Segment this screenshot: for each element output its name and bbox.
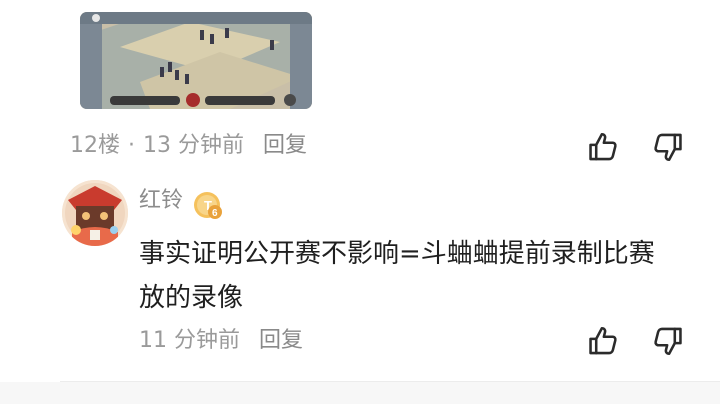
comment-image-thumbnail[interactable] — [80, 12, 312, 109]
comment-meta: 11 分钟前 回复 — [139, 330, 303, 352]
thumbs-up-icon[interactable] — [587, 324, 621, 358]
comment-time: 11 分钟前 — [139, 328, 240, 353]
comment-text: 事实证明公开赛不影响=斗蛐蛐提前录制比赛放的录像 — [139, 239, 655, 313]
thumbs-down-icon[interactable] — [650, 324, 684, 358]
reply-button[interactable]: 回复 — [263, 133, 307, 158]
level-badge: T 6 — [193, 190, 223, 220]
thumbs-down-icon[interactable] — [650, 130, 684, 164]
floor-number: 12楼 — [70, 133, 120, 158]
meta-separator: · — [128, 133, 135, 158]
avatar[interactable] — [62, 180, 128, 246]
username[interactable]: 红铃 — [139, 190, 183, 212]
level-number: 6 — [212, 208, 218, 219]
reply-button[interactable]: 回复 — [259, 328, 303, 353]
thumbs-up-icon[interactable] — [587, 130, 621, 164]
prev-comment-meta: 12楼 · 13 分钟前 回复 — [70, 135, 307, 157]
bottom-spacer — [0, 382, 720, 404]
comment-time: 13 分钟前 — [143, 133, 244, 158]
